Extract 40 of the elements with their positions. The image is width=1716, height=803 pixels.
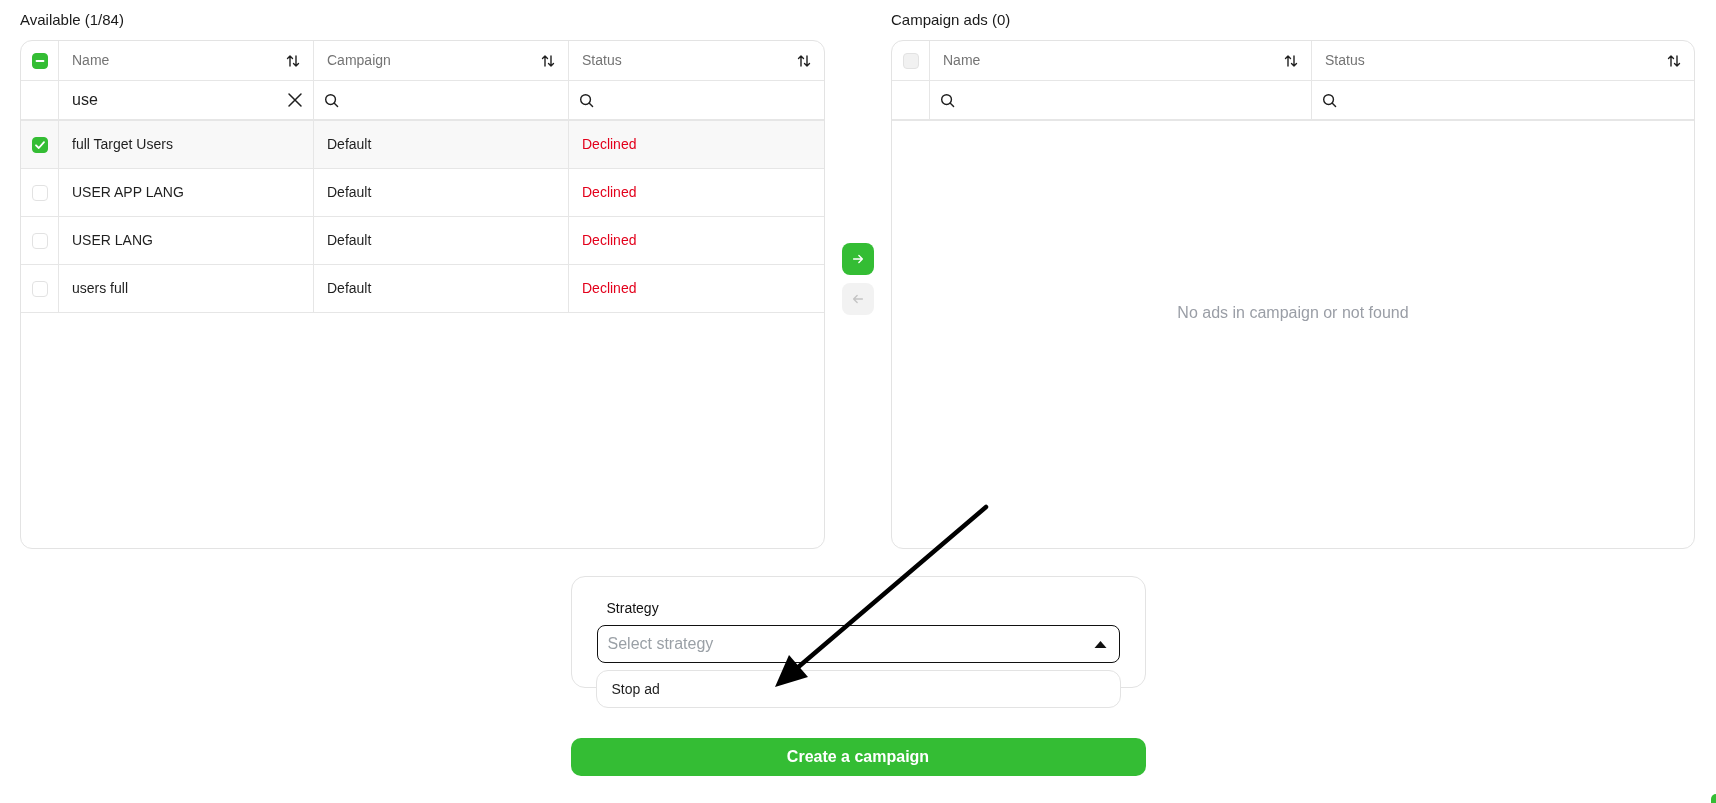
status-cell-text: Declined bbox=[582, 279, 637, 298]
table-cell-text: USER LANG bbox=[72, 231, 153, 250]
table-cell-text: full Target Users bbox=[72, 135, 173, 154]
search-icon bbox=[579, 92, 594, 108]
status-cell-text: Declined bbox=[582, 183, 637, 202]
search-icon bbox=[940, 92, 955, 108]
corner-widget-icon[interactable] bbox=[1711, 794, 1716, 803]
panel-title: Available (1/84) bbox=[20, 10, 124, 30]
column-header: Status bbox=[582, 51, 622, 70]
status-cell-text: Declined bbox=[582, 231, 637, 250]
close-icon[interactable] bbox=[287, 92, 303, 108]
search-icon bbox=[324, 92, 339, 108]
column-header: Name bbox=[943, 51, 981, 70]
table-cell-text: Default bbox=[327, 183, 372, 202]
arrow-right-icon bbox=[851, 252, 865, 266]
caret-icon bbox=[1093, 641, 1107, 648]
search-icon bbox=[1322, 92, 1337, 108]
field-label: Strategy bbox=[606, 599, 659, 617]
column-header: Status bbox=[1325, 51, 1365, 70]
filter-field[interactable]: use bbox=[59, 81, 287, 119]
transfer-button[interactable] bbox=[842, 243, 874, 275]
column-header: Name bbox=[72, 51, 110, 70]
sort-icon[interactable] bbox=[1283, 52, 1299, 69]
status-cell-text: Declined bbox=[582, 135, 637, 154]
checkbox[interactable] bbox=[31, 136, 48, 153]
arrow-left-icon bbox=[851, 292, 865, 306]
table-cell-text: Default bbox=[327, 135, 372, 154]
checkbox[interactable] bbox=[31, 52, 48, 69]
sort-icon[interactable] bbox=[540, 52, 556, 69]
sort-icon[interactable] bbox=[1666, 52, 1682, 69]
sort-icon[interactable] bbox=[796, 52, 812, 69]
table-cell-text: Default bbox=[327, 279, 372, 298]
panel-title: Campaign ads (0) bbox=[891, 10, 1011, 30]
sort-icon[interactable] bbox=[285, 52, 301, 69]
table-cell-text: Default bbox=[327, 231, 372, 250]
strategy-select[interactable]: Select strategy bbox=[596, 625, 1120, 663]
table-cell-text: USER APP LANG bbox=[72, 183, 184, 202]
empty-message: No ads in campaign or not found bbox=[1177, 302, 1409, 323]
table-cell-text: users full bbox=[72, 279, 129, 298]
column-header: Campaign bbox=[327, 51, 391, 70]
